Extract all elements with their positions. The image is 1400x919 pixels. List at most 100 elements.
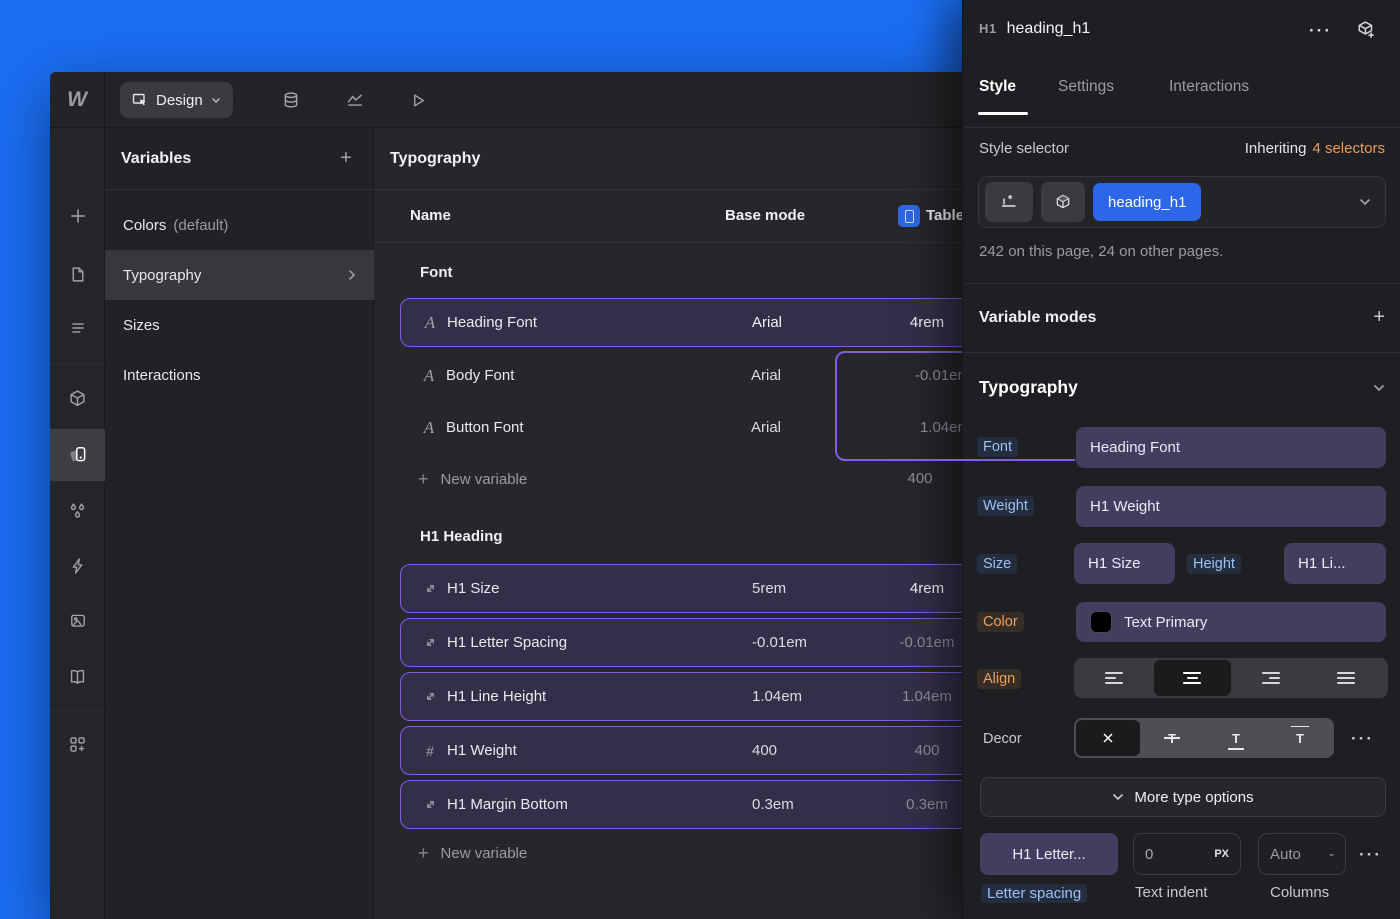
align-left-button[interactable] bbox=[1076, 660, 1154, 696]
style-selector-label: Style selector bbox=[979, 140, 1069, 157]
columns-input[interactable]: Auto - bbox=[1258, 833, 1346, 875]
columns-more-icon[interactable]: ··· bbox=[1359, 846, 1382, 863]
table-row-h1-weight[interactable]: # H1 Weight 400 400 bbox=[400, 726, 1000, 775]
font-property-label[interactable]: Font bbox=[977, 437, 1018, 457]
table-row-h1-size[interactable]: H1 Size 5rem 4rem bbox=[400, 564, 1000, 613]
create-component-icon[interactable] bbox=[1355, 19, 1377, 41]
active-tab-underline bbox=[978, 112, 1028, 115]
style-panel-icon[interactable] bbox=[50, 431, 105, 477]
breakpoint-indicator-icon[interactable]: * bbox=[985, 182, 1033, 222]
font-value-pill[interactable]: Heading Font bbox=[1076, 427, 1386, 468]
text-decoration-control: T T T bbox=[1074, 718, 1334, 758]
inheriting-link[interactable]: Inheriting4 selectors bbox=[1245, 140, 1385, 157]
table-row-h1-letter-spacing[interactable]: H1 Letter Spacing -0.01em -0.01em bbox=[400, 618, 1000, 667]
align-right-button[interactable] bbox=[1231, 660, 1309, 696]
apps-icon[interactable] bbox=[50, 721, 105, 767]
size-variable-icon bbox=[419, 619, 441, 666]
webflow-logo-icon[interactable]: W bbox=[50, 72, 105, 128]
typography-section-header[interactable]: Typography bbox=[979, 377, 1385, 398]
color-property-label[interactable]: Color bbox=[977, 612, 1024, 632]
decor-property-label: Decor bbox=[977, 729, 1028, 749]
decoration-underline-button[interactable]: T bbox=[1204, 720, 1268, 756]
class-usage-text: 242 on this page, 24 on other pages. bbox=[979, 243, 1223, 260]
analytics-chart-icon[interactable] bbox=[343, 88, 367, 112]
decoration-none-button[interactable] bbox=[1076, 720, 1140, 756]
collection-item-interactions[interactable]: Interactions bbox=[105, 350, 374, 400]
tab-style[interactable]: Style bbox=[979, 78, 1016, 96]
typography-section-title: Typography bbox=[979, 377, 1078, 398]
variables-icon[interactable] bbox=[50, 488, 105, 534]
table-panel-title: Typography bbox=[390, 150, 480, 168]
text-indent-caption: Text indent bbox=[1135, 884, 1208, 901]
decor-more-icon[interactable]: ··· bbox=[1351, 730, 1374, 747]
add-variable-mode-icon[interactable]: + bbox=[1373, 306, 1385, 329]
preview-play-icon[interactable] bbox=[406, 88, 430, 112]
more-options-icon[interactable]: ··· bbox=[1309, 22, 1332, 39]
unit-label[interactable]: PX bbox=[1214, 848, 1229, 860]
weight-value-pill[interactable]: H1 Weight bbox=[1076, 486, 1386, 527]
height-property-label[interactable]: Height bbox=[1187, 554, 1241, 574]
section-label-h1-heading: H1 Heading bbox=[420, 528, 503, 545]
variables-panel: Variables + Colors (default) Typography … bbox=[105, 128, 374, 919]
style-selector-row: Style selector Inheriting4 selectors bbox=[979, 140, 1385, 157]
element-cube-icon[interactable] bbox=[1041, 182, 1085, 222]
collection-item-colors[interactable]: Colors (default) bbox=[105, 200, 374, 250]
variable-connector-line bbox=[843, 459, 1075, 461]
new-variable-button[interactable]: + New variable bbox=[418, 464, 527, 494]
font-variable-icon: A bbox=[418, 351, 440, 400]
decoration-strikethrough-button[interactable]: T bbox=[1140, 720, 1204, 756]
chevron-down-icon bbox=[211, 97, 221, 104]
color-value-pill[interactable]: Text Primary bbox=[1076, 602, 1386, 642]
table-row-heading-font[interactable]: A Heading Font Arial 4rem bbox=[400, 298, 1000, 347]
overlay-value: -0.01em bbox=[835, 367, 970, 384]
align-justify-button[interactable] bbox=[1309, 660, 1387, 696]
height-value-pill[interactable]: H1 Li... bbox=[1284, 543, 1386, 584]
libraries-book-icon[interactable] bbox=[50, 653, 105, 699]
size-value-pill[interactable]: H1 Size bbox=[1074, 543, 1175, 584]
text-indent-input[interactable]: 0 PX bbox=[1133, 833, 1241, 875]
size-property-label[interactable]: Size bbox=[977, 554, 1017, 574]
plus-icon: + bbox=[418, 843, 429, 864]
overlay-value: 1.04em bbox=[835, 419, 970, 436]
navigator-icon[interactable] bbox=[50, 305, 105, 351]
add-collection-icon[interactable]: + bbox=[334, 147, 358, 171]
align-center-button[interactable] bbox=[1154, 660, 1232, 696]
design-mode-button[interactable]: Design bbox=[120, 82, 233, 118]
pages-icon[interactable] bbox=[50, 251, 105, 297]
assets-icon[interactable] bbox=[50, 598, 105, 644]
default-badge: (default) bbox=[173, 217, 228, 234]
chevron-down-icon bbox=[1112, 793, 1124, 801]
svg-text:*: * bbox=[1008, 194, 1013, 206]
collection-item-sizes[interactable]: Sizes bbox=[105, 300, 374, 350]
letter-spacing-caption: Letter spacing bbox=[981, 884, 1087, 903]
add-elements-icon[interactable] bbox=[50, 193, 105, 239]
column-name: Name bbox=[410, 207, 451, 224]
table-row-h1-line-height[interactable]: H1 Line Height 1.04em 1.04em bbox=[400, 672, 1000, 721]
class-chip[interactable]: heading_h1 bbox=[1093, 183, 1201, 221]
tablet-breakpoint-icon bbox=[898, 205, 920, 227]
size-variable-icon bbox=[419, 781, 441, 828]
tab-settings[interactable]: Settings bbox=[1058, 78, 1114, 96]
components-icon[interactable] bbox=[50, 375, 105, 421]
inheriting-count: 4 selectors bbox=[1312, 140, 1385, 157]
collection-item-typography[interactable]: Typography bbox=[105, 250, 374, 300]
new-variable-button[interactable]: + New variable bbox=[418, 838, 527, 868]
decoration-overline-button[interactable]: T bbox=[1268, 720, 1332, 756]
letter-spacing-value-pill[interactable]: H1 Letter... bbox=[980, 833, 1118, 875]
chevron-down-icon bbox=[1373, 384, 1385, 392]
weight-property-label[interactable]: Weight bbox=[977, 496, 1034, 516]
section-label-font: Font bbox=[420, 264, 452, 281]
columns-caption: Columns bbox=[1270, 884, 1329, 901]
more-type-options-button[interactable]: More type options bbox=[980, 777, 1386, 817]
design-cursor-icon bbox=[132, 92, 148, 108]
tab-interactions[interactable]: Interactions bbox=[1169, 78, 1249, 96]
selector-input[interactable]: * heading_h1 bbox=[978, 176, 1386, 228]
align-property-label[interactable]: Align bbox=[977, 669, 1021, 689]
selected-element-header: H1 heading_h1 bbox=[979, 20, 1090, 38]
cms-database-icon[interactable] bbox=[279, 88, 303, 112]
webflow-designer-screen: W Design bbox=[0, 0, 1400, 919]
chevron-down-icon[interactable] bbox=[1359, 198, 1371, 206]
interactions-bolt-icon[interactable] bbox=[50, 543, 105, 589]
number-variable-icon: # bbox=[419, 727, 441, 774]
table-row-h1-margin-bottom[interactable]: H1 Margin Bottom 0.3em 0.3em bbox=[400, 780, 1000, 829]
